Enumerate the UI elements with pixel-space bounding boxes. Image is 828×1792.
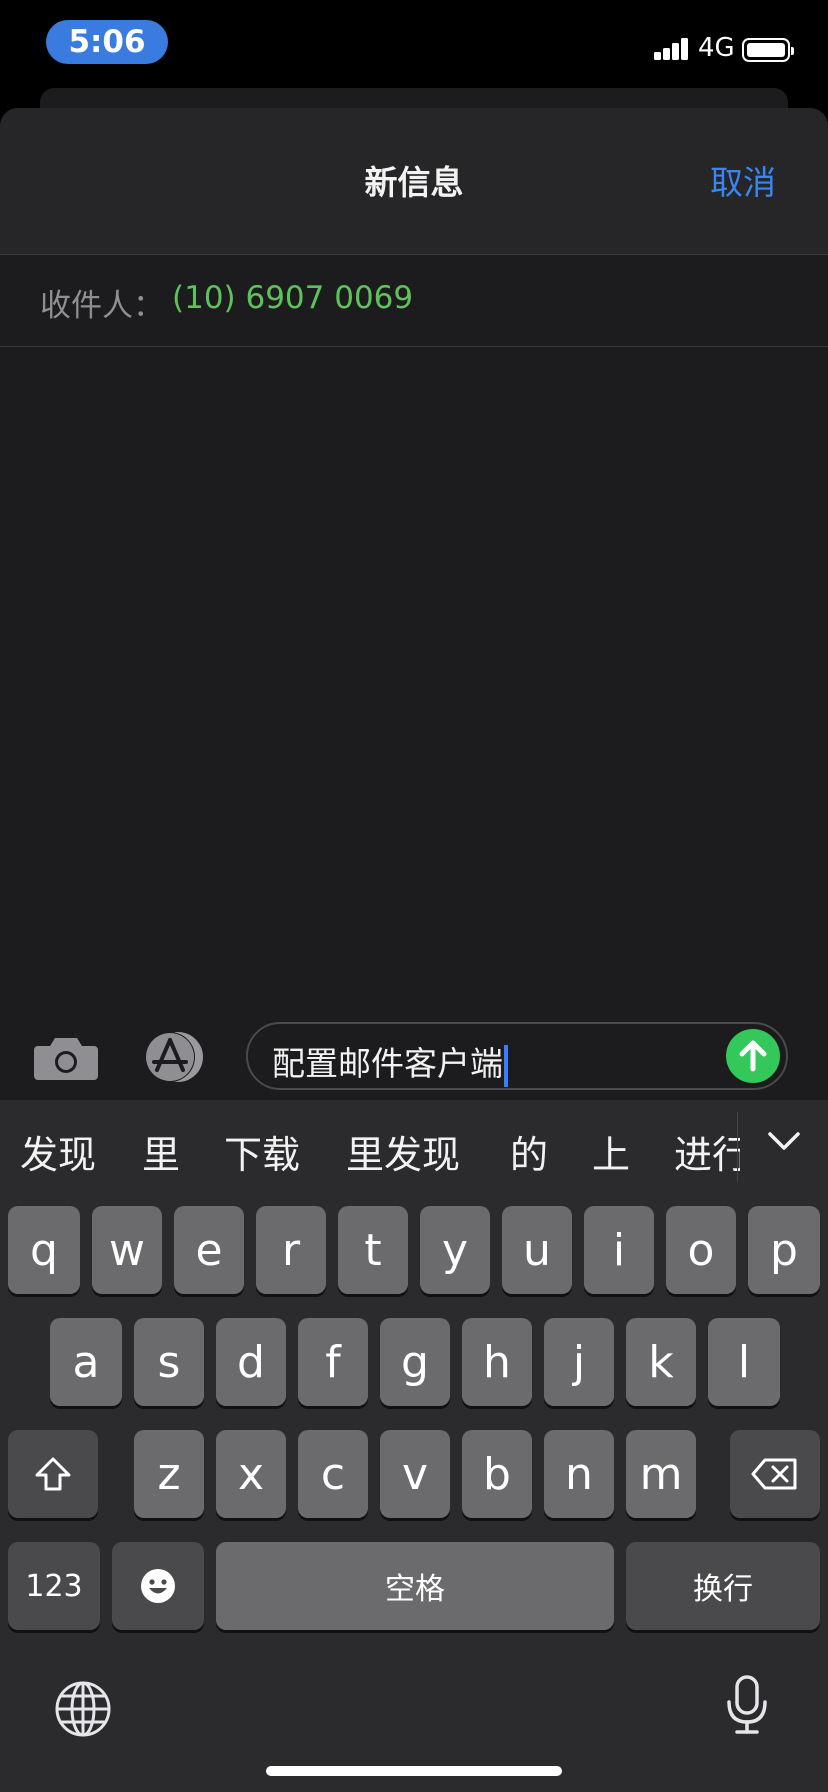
candidate-divider (737, 1112, 738, 1182)
nav-bar: 新信息 取消 (0, 108, 828, 255)
battery-icon (742, 38, 794, 62)
message-text[interactable]: 配置邮件客户端 (272, 1037, 508, 1087)
key-i[interactable]: i (584, 1206, 654, 1294)
text-caret (504, 1044, 508, 1087)
key-k[interactable]: k (626, 1318, 696, 1406)
key-p[interactable]: p (748, 1206, 820, 1294)
space-key[interactable]: 空格 (216, 1542, 614, 1630)
candidate-2[interactable]: 里 (142, 1124, 180, 1179)
key-m[interactable]: m (626, 1430, 696, 1518)
key-h[interactable]: h (462, 1318, 532, 1406)
key-t[interactable]: t (338, 1206, 408, 1294)
shift-key[interactable] (8, 1430, 98, 1518)
key-v[interactable]: v (380, 1430, 450, 1518)
page-title: 新信息 (364, 163, 464, 202)
status-time: 5:06 (46, 20, 168, 64)
key-c[interactable]: c (298, 1430, 368, 1518)
delete-icon (751, 1458, 797, 1490)
home-indicator (266, 1766, 562, 1776)
keyboard: 发现 里 下载 里发现 的 上 进行 q w e r t y u i o p a… (0, 1100, 828, 1792)
key-g[interactable]: g (380, 1318, 450, 1406)
key-q[interactable]: q (8, 1206, 80, 1294)
candidate-4[interactable]: 里发现 (346, 1124, 460, 1179)
key-w[interactable]: w (92, 1206, 162, 1294)
network-type: 4G (698, 33, 735, 63)
candidate-3[interactable]: 下载 (224, 1124, 300, 1179)
key-o[interactable]: o (666, 1206, 736, 1294)
recipient-label: 收件人： (40, 288, 164, 324)
key-j[interactable]: j (544, 1318, 614, 1406)
camera-icon[interactable] (34, 1034, 98, 1082)
recipient-value[interactable]: (10) 6907 0069 (172, 280, 413, 316)
candidate-7[interactable]: 进行 (674, 1124, 740, 1179)
candidate-6[interactable]: 上 (592, 1124, 630, 1179)
emoji-icon (141, 1569, 175, 1603)
message-input[interactable]: 配置邮件客户端 (246, 1022, 788, 1090)
key-b[interactable]: b (462, 1430, 532, 1518)
app-store-icon[interactable] (140, 1030, 212, 1084)
shift-icon (35, 1457, 71, 1491)
key-a[interactable]: a (50, 1318, 122, 1406)
candidate-bar: 发现 里 下载 里发现 的 上 进行 (0, 1100, 740, 1196)
candidate-1[interactable]: 发现 (20, 1124, 96, 1179)
key-f[interactable]: f (298, 1318, 368, 1406)
key-x[interactable]: x (216, 1430, 286, 1518)
key-l[interactable]: l (708, 1318, 780, 1406)
message-content: 配置邮件客户端 (272, 1044, 503, 1083)
send-arrow-icon[interactable] (726, 1029, 780, 1083)
key-z[interactable]: z (134, 1430, 204, 1518)
key-y[interactable]: y (420, 1206, 490, 1294)
key-d[interactable]: d (216, 1318, 286, 1406)
delete-key[interactable] (730, 1430, 820, 1518)
candidate-5[interactable]: 的 (510, 1124, 548, 1179)
recipient-row[interactable]: 收件人： (10) 6907 0069 (0, 254, 828, 347)
cancel-button[interactable]: 取消 (710, 156, 776, 204)
chevron-down-icon[interactable] (766, 1130, 802, 1154)
microphone-icon[interactable] (724, 1674, 770, 1736)
key-n[interactable]: n (544, 1430, 614, 1518)
globe-icon[interactable] (54, 1680, 112, 1738)
key-u[interactable]: u (502, 1206, 572, 1294)
key-r[interactable]: r (256, 1206, 326, 1294)
key-s[interactable]: s (134, 1318, 204, 1406)
key-e[interactable]: e (174, 1206, 244, 1294)
numbers-key[interactable]: 123 (8, 1542, 100, 1630)
emoji-key[interactable] (112, 1542, 204, 1630)
signal-icon (654, 38, 690, 60)
return-key[interactable]: 换行 (626, 1542, 820, 1630)
